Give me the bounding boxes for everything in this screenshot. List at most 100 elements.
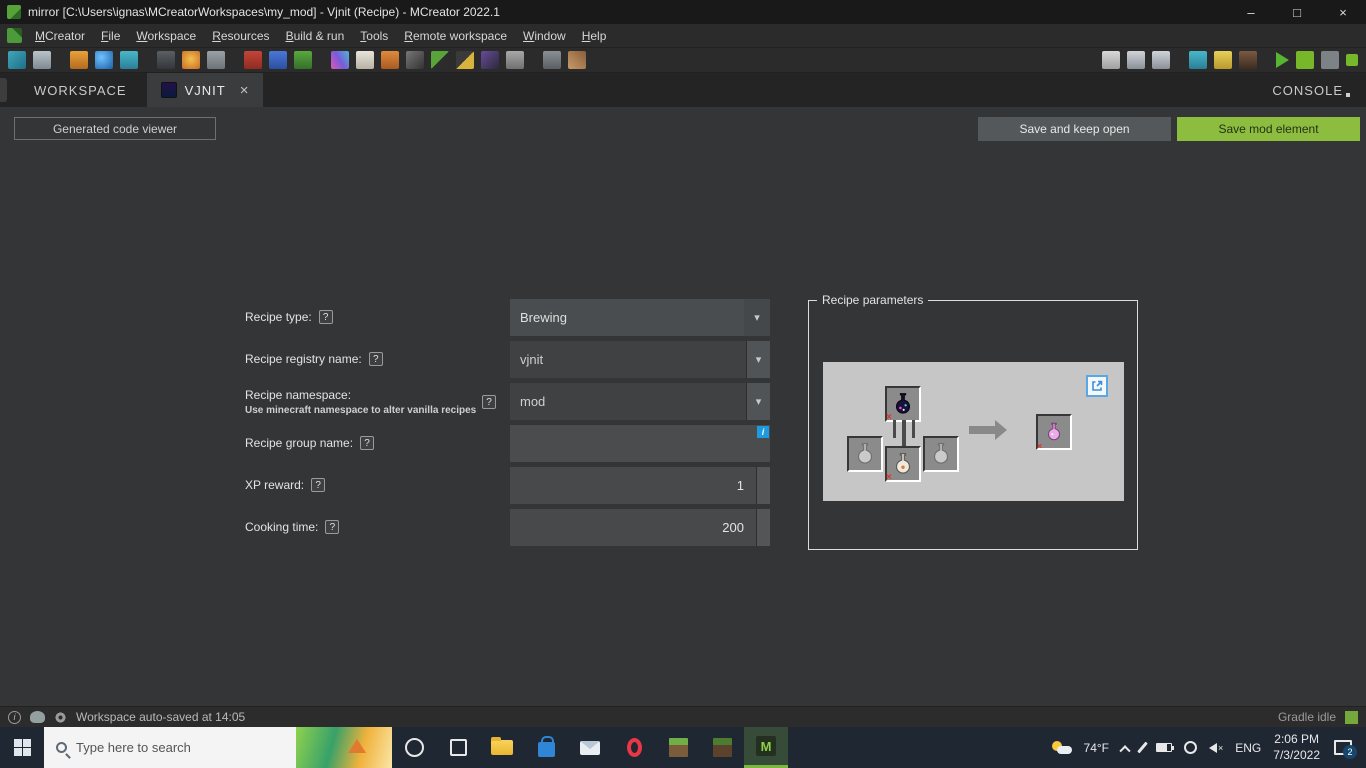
mcreator-taskbar-button[interactable]: M — [744, 727, 788, 768]
import-icon[interactable] — [1127, 51, 1145, 69]
recipe-group-name-help-icon[interactable]: ? — [360, 436, 374, 450]
sidebar-collapse-handle[interactable] — [0, 78, 7, 102]
open-recipe-editor-button[interactable] — [1086, 375, 1108, 397]
gradle-branch-icon[interactable] — [1102, 51, 1120, 69]
action-center-icon[interactable]: 2 — [1334, 740, 1352, 755]
maximize-button[interactable]: □ — [1274, 0, 1320, 24]
start-button[interactable] — [0, 727, 44, 768]
mob-icon[interactable] — [381, 51, 399, 69]
menu-remote-workspace[interactable]: Remote workspace — [396, 26, 515, 46]
blocks-grid-icon[interactable] — [244, 51, 262, 69]
close-button[interactable]: × — [1320, 0, 1366, 24]
language-indicator[interactable]: ENG — [1235, 741, 1261, 755]
new-element-icon[interactable] — [70, 51, 88, 69]
localization-icon[interactable] — [182, 51, 200, 69]
recipe-namespace-help-icon[interactable]: ? — [482, 395, 496, 409]
recipe-registry-name-combo[interactable]: vjnit ▾ — [510, 341, 770, 378]
variables-icon[interactable] — [157, 51, 175, 69]
xp-reward-spinner[interactable]: 1 — [510, 467, 770, 504]
brewing-bottle-slot-right[interactable] — [923, 436, 959, 472]
stop-icon[interactable] — [1321, 51, 1339, 69]
xp-reward-help-icon[interactable]: ? — [311, 478, 325, 492]
volume-muted-icon[interactable]: × — [1209, 743, 1223, 753]
taskbar-clock[interactable]: 2:06 PM 7/3/2022 — [1273, 732, 1320, 763]
pen-icon[interactable] — [1137, 742, 1148, 754]
generated-code-viewer-button[interactable]: Generated code viewer — [14, 117, 216, 140]
menu-mcreator[interactable]: MCreator — [27, 26, 93, 46]
dimension-icon[interactable] — [456, 51, 474, 69]
weather-icon[interactable] — [1052, 741, 1072, 754]
brewing-output-slot[interactable]: × — [1036, 414, 1072, 450]
recipe-group-name-field[interactable]: i — [510, 425, 770, 462]
cooking-time-spinner-buttons[interactable] — [756, 509, 770, 546]
brewing-bottle-slot-left[interactable] — [847, 436, 883, 472]
globe-icon[interactable] — [95, 51, 113, 69]
folder-icon[interactable] — [207, 51, 225, 69]
info-status-icon[interactable]: i — [8, 711, 21, 724]
remove-ingredient-icon[interactable]: × — [886, 413, 892, 423]
status-square-icon[interactable] — [1346, 54, 1358, 66]
battery-icon[interactable] — [1156, 743, 1172, 752]
export-icon[interactable] — [1152, 51, 1170, 69]
biome-icon[interactable] — [431, 51, 449, 69]
advancement-icon[interactable] — [481, 51, 499, 69]
items-grid-icon[interactable] — [269, 51, 287, 69]
menu-help[interactable]: Help — [574, 26, 615, 46]
recipe-type-help-icon[interactable]: ? — [319, 310, 333, 324]
minimize-button[interactable]: – — [1228, 0, 1274, 24]
search-highlight-art[interactable] — [296, 727, 392, 768]
cooking-time-help-icon[interactable]: ? — [325, 520, 339, 534]
settings-gear-icon[interactable] — [54, 711, 67, 724]
search-input[interactable] — [76, 740, 287, 755]
clean-icon[interactable] — [1214, 51, 1232, 69]
element-list-icon[interactable] — [33, 51, 51, 69]
hidden-icons-chevron[interactable] — [1119, 745, 1130, 756]
remove-output-icon[interactable]: × — [1037, 442, 1042, 451]
minecraft-button[interactable] — [656, 727, 700, 768]
structure-icon[interactable] — [356, 51, 374, 69]
brewing-bottle-slot-center[interactable]: × — [885, 446, 921, 482]
recipe-registry-name-help-icon[interactable]: ? — [369, 352, 383, 366]
opera-button[interactable] — [612, 727, 656, 768]
recipe-namespace-dropdown-button[interactable]: ▾ — [746, 383, 770, 420]
cortana-button[interactable] — [392, 727, 436, 768]
menu-resources[interactable]: Resources — [204, 26, 277, 46]
task-view-button[interactable] — [436, 727, 480, 768]
plugin-icon[interactable] — [1239, 51, 1257, 69]
weather-temp[interactable]: 74°F — [1084, 741, 1109, 755]
save-and-keep-open-button[interactable]: Save and keep open — [978, 117, 1171, 141]
paintbrush-icon[interactable] — [568, 51, 586, 69]
tab-vjnit[interactable]: VJNIT × — [147, 73, 264, 107]
gradle-icon[interactable] — [30, 711, 45, 723]
microsoft-store-button[interactable] — [524, 727, 568, 768]
menu-build-run[interactable]: Build & run — [278, 26, 353, 46]
tab-close-icon[interactable]: × — [240, 82, 250, 99]
menu-file[interactable]: File — [93, 26, 128, 46]
minecraft-alt-button[interactable] — [700, 727, 744, 768]
recipe-registry-dropdown-button[interactable]: ▾ — [746, 341, 770, 378]
network-icon[interactable] — [1184, 741, 1197, 754]
tab-console[interactable]: CONSOLE — [1256, 73, 1366, 107]
menu-workspace[interactable]: Workspace — [128, 26, 204, 46]
pot-icon[interactable] — [506, 51, 524, 69]
run-client-icon[interactable] — [1276, 52, 1289, 68]
tools-cross-icon[interactable] — [406, 51, 424, 69]
recipe-namespace-combo[interactable]: mod ▾ — [510, 383, 770, 420]
particles-icon[interactable] — [331, 51, 349, 69]
build-icon[interactable] — [1296, 51, 1314, 69]
remove-bottle-icon[interactable]: × — [886, 473, 892, 483]
recipe-type-dropdown-button[interactable]: ▾ — [744, 299, 770, 336]
xp-reward-spinner-buttons[interactable] — [756, 467, 770, 504]
hammer-icon[interactable] — [543, 51, 561, 69]
mail-button[interactable] — [568, 727, 612, 768]
menu-window[interactable]: Window — [515, 26, 574, 46]
terminal-icon[interactable] — [1189, 51, 1207, 69]
taskbar-search[interactable] — [44, 727, 392, 768]
brewing-ingredient-slot[interactable]: × — [885, 386, 921, 422]
gui-editor-icon[interactable] — [120, 51, 138, 69]
save-mod-element-button[interactable]: Save mod element — [1177, 117, 1360, 141]
recipe-type-select[interactable]: Brewing ▾ — [510, 299, 770, 336]
file-explorer-button[interactable] — [480, 727, 524, 768]
recipes-grid-icon[interactable] — [294, 51, 312, 69]
tab-workspace[interactable]: WORKSPACE — [14, 73, 147, 107]
